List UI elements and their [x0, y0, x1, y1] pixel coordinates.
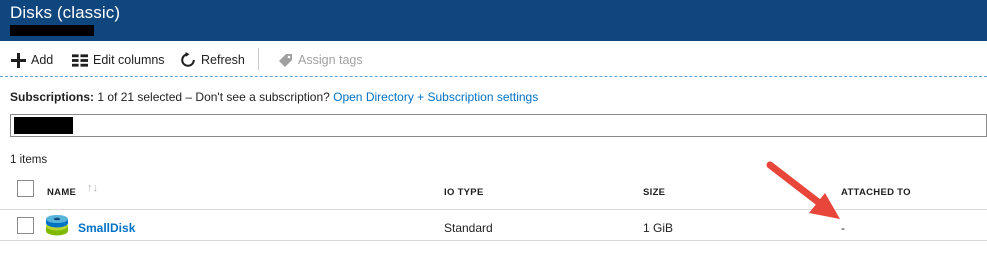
disk-name-link[interactable]: SmallDisk: [78, 221, 135, 235]
add-label: Add: [31, 53, 54, 67]
assign-tags-button[interactable]: Assign tags: [277, 50, 363, 70]
filter-input[interactable]: [10, 114, 987, 137]
redacted-filter-value: [14, 117, 73, 134]
sort-icon[interactable]: ↑↓: [87, 182, 98, 194]
blade-title: Disks (classic): [10, 3, 121, 22]
toolbar-divider: [258, 48, 259, 70]
column-header-name[interactable]: NAME: [47, 187, 76, 198]
row-checkbox[interactable]: [17, 217, 34, 234]
subscriptions-label: Subscriptions:: [10, 90, 95, 104]
add-button[interactable]: Add: [10, 50, 53, 70]
refresh-button[interactable]: Refresh: [180, 50, 245, 70]
refresh-icon: [180, 52, 196, 68]
assign-tags-label: Assign tags: [298, 53, 363, 67]
subscriptions-text: 1 of 21 selected – Don't see a subscript…: [94, 90, 334, 104]
redacted-subtitle: [10, 25, 94, 36]
plus-icon: [10, 52, 26, 68]
command-bar: Add Edit columns Refresh Assign tags: [0, 41, 987, 77]
subscriptions-line: Subscriptions: 1 of 21 selected – Don't …: [10, 90, 538, 104]
columns-icon: [72, 52, 88, 68]
items-count: 1 items: [10, 154, 48, 166]
edit-columns-button[interactable]: Edit columns: [72, 50, 165, 70]
blade-header: Disks (classic): [0, 0, 987, 41]
refresh-label: Refresh: [201, 53, 245, 67]
column-header-io-type[interactable]: IO TYPE: [444, 187, 484, 198]
column-header-size[interactable]: SIZE: [643, 187, 665, 198]
select-all-checkbox[interactable]: [17, 180, 34, 197]
annotation-arrow-icon: [766, 161, 840, 219]
tag-icon: [277, 52, 293, 68]
disk-icon: [46, 215, 68, 236]
column-header-attached-to[interactable]: ATTACHED TO: [841, 187, 911, 198]
io-type-value: Standard: [444, 221, 493, 235]
size-value: 1 GiB: [643, 221, 674, 235]
subscription-settings-link[interactable]: Open Directory + Subscription settings: [333, 90, 538, 104]
edit-columns-label: Edit columns: [93, 53, 165, 67]
